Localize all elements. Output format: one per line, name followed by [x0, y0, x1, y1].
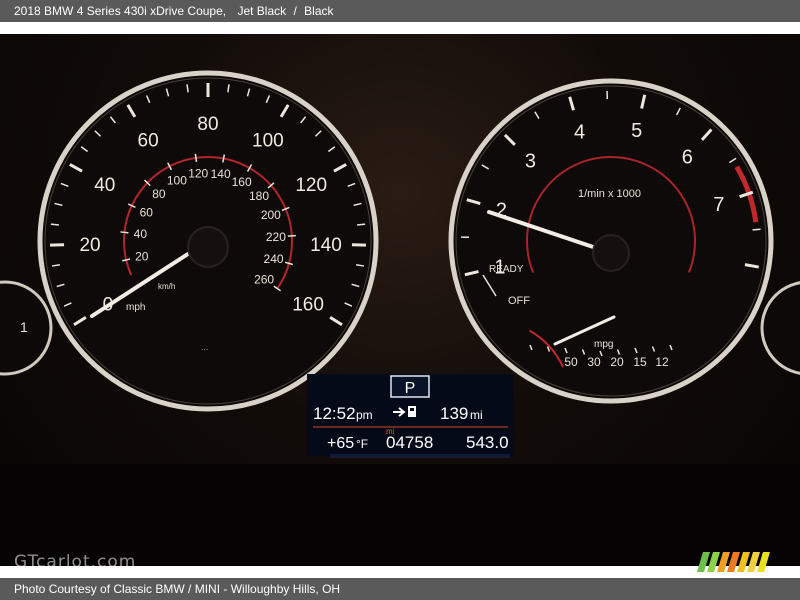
footer-credit: Photo Courtesy of Classic BMW / MINI - W…: [0, 578, 800, 600]
mph-label: 60: [138, 130, 159, 151]
info-display: P 12:52 pm 139 mi mi +65 °F 04758 543.0: [307, 374, 513, 458]
kmh-label: 180: [249, 189, 269, 203]
mph-label: 80: [197, 114, 218, 135]
tach-hub: [592, 234, 630, 272]
kmh-unit: km/h: [158, 282, 175, 291]
range-unit: mi: [470, 408, 483, 422]
kmh-label: 260: [254, 272, 274, 286]
top-border: [0, 22, 800, 34]
kmh-label: 240: [264, 252, 284, 266]
odometer: 04758: [386, 433, 433, 452]
range-value: 139: [440, 404, 468, 423]
kmh-label: 100: [167, 174, 187, 188]
tach-label: 6: [682, 146, 693, 168]
mpg-label: 12: [655, 355, 669, 369]
speedo-dots: ...: [201, 342, 209, 352]
tach-label: 5: [631, 120, 642, 142]
mph-label: 140: [310, 235, 342, 256]
kmh-label: 140: [211, 167, 231, 181]
kmh-label: 20: [135, 249, 149, 263]
separator: /: [293, 4, 297, 18]
title-bar: 2018 BMW 4 Series 430i xDrive Coupe, Jet…: [0, 0, 800, 22]
gear-indicator: P: [405, 380, 416, 397]
mpg-label: 20: [610, 355, 624, 369]
clock-suffix: pm: [356, 408, 373, 422]
vehicle-title: 2018 BMW 4 Series 430i xDrive Coupe,: [14, 4, 227, 18]
kmh-label: 200: [261, 208, 281, 222]
tach-label: 4: [574, 121, 585, 143]
cluster-svg: 1 020406080100120140160 2040608010012014…: [0, 70, 800, 566]
mph-minor-tick: [227, 84, 230, 93]
mpg-label: 50: [564, 355, 578, 369]
tach-label: 3: [525, 150, 536, 172]
right-partial-gauge: [760, 281, 800, 375]
kmh-label: 120: [188, 167, 208, 181]
mph-unit: mph: [126, 302, 145, 313]
dash-lower: [0, 464, 800, 566]
mph-minor-tick: [357, 223, 366, 226]
trip-meter: 543.0: [466, 433, 509, 452]
mph-label: 20: [79, 235, 100, 256]
left-partial-gauge: 1: [0, 280, 53, 376]
kmh-label: 160: [232, 175, 252, 189]
brand-stripes-logo: [697, 552, 770, 572]
mph-label: 120: [295, 175, 327, 196]
mph-label: 100: [252, 130, 284, 151]
left-gauge-label: 1: [20, 319, 28, 335]
kmh-tick: [120, 231, 129, 234]
temp-unit: °F: [356, 437, 368, 451]
tach-label: 7: [713, 194, 724, 216]
mph-label: 40: [94, 175, 115, 196]
clock-time: 12:52: [313, 404, 356, 423]
speedometer: 020406080100120140160 204060801001201401…: [37, 70, 379, 412]
kmh-label: 80: [152, 187, 166, 201]
mph-minor-tick: [186, 84, 189, 93]
mpg-unit: mpg: [594, 339, 613, 350]
off-label: OFF: [508, 295, 530, 307]
ready-label: READY: [489, 264, 524, 275]
watermark: GTcarlot.com: [14, 552, 137, 572]
mpg-label: 30: [587, 355, 601, 369]
instrument-cluster-photo: 1 020406080100120140160 2040608010012014…: [0, 34, 800, 566]
lcd-reflection: [330, 454, 510, 458]
outside-temp: +65: [327, 435, 354, 452]
kmh-label: 220: [266, 230, 286, 244]
mpg-label: 15: [633, 355, 647, 369]
kmh-label: 60: [140, 205, 154, 219]
mph-minor-tick: [50, 223, 59, 226]
interior-name: Black: [304, 4, 334, 18]
speedometer-hub: [187, 226, 229, 268]
tach-unit: 1/min x 1000: [578, 188, 641, 200]
color-name: Jet Black: [237, 4, 287, 18]
kmh-label: 40: [134, 227, 148, 241]
mph-label: 160: [292, 295, 324, 316]
tachometer: 12 3 4 5 6 7 1/min x 1000 READY OFF mpg 50 30 2…: [448, 78, 774, 404]
tach-minor-tick: [752, 228, 761, 231]
